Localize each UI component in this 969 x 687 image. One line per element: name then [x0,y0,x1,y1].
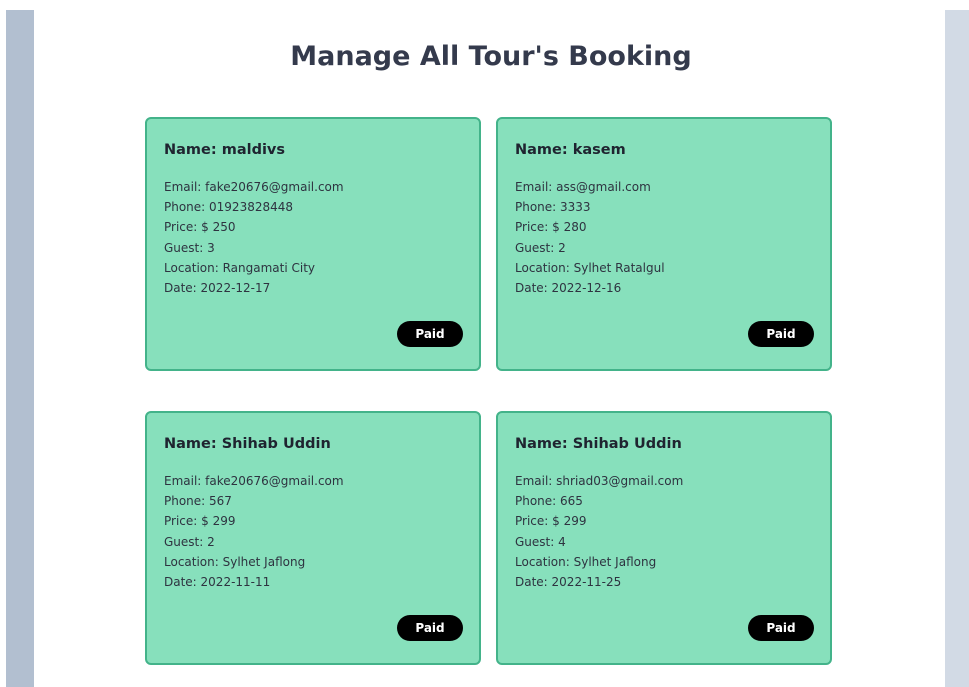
booking-phone: Phone: 567 [164,494,232,509]
booking-details: Email: ass@gmail.com Phone: 3333 Price: … [515,177,665,298]
booking-date: Date: 2022-11-25 [515,575,622,590]
booking-name: Name: Shihab Uddin [164,436,331,452]
booking-price: Price: $ 299 [515,514,587,529]
booking-phone: Phone: 665 [515,494,583,509]
booking-guest: Guest: 3 [164,240,215,255]
paid-status-button[interactable]: Paid [748,321,814,347]
booking-guest: Guest: 2 [515,240,566,255]
booking-email: Email: fake20676@gmail.com [164,474,344,488]
booking-guest: Guest: 2 [164,534,215,549]
booking-name: Name: maldivs [164,142,286,158]
page-title: Manage All Tour's Booking [290,41,692,72]
booking-date: Date: 2022-12-16 [515,281,622,296]
booking-details: Email: shriad03@gmail.com Phone: 665 Pri… [515,471,683,592]
booking-card: Name: maldivs Email: fake20676@gmail.com… [145,117,481,371]
paid-status-button[interactable]: Paid [748,615,814,641]
booking-card: Name: Shihab Uddin Email: fake20676@gmai… [145,411,481,665]
booking-price: Price: $ 299 [164,514,236,529]
booking-email: Email: ass@gmail.com [515,180,651,194]
booking-location: Location: Rangamati City [164,260,316,275]
booking-guest: Guest: 4 [515,534,566,549]
booking-email: Email: shriad03@gmail.com [515,474,684,488]
paid-status-button[interactable]: Paid [397,615,463,641]
booking-details: Email: fake20676@gmail.com Phone: 567 Pr… [164,471,344,592]
booking-name: Name: Shihab Uddin [515,436,682,452]
booking-phone: Phone: 01923828448 [164,200,294,215]
booking-date: Date: 2022-11-11 [164,575,271,590]
booking-details: Email: fake20676@gmail.com Phone: 019238… [164,177,344,298]
paid-status-button[interactable]: Paid [397,321,463,347]
booking-email: Email: fake20676@gmail.com [164,180,344,194]
booking-price: Price: $ 250 [164,220,236,235]
booking-card: Name: kasem Email: ass@gmail.com Phone: … [496,117,832,371]
booking-name: Name: kasem [515,142,626,158]
booking-price: Price: $ 280 [515,220,587,235]
booking-card: Name: Shihab Uddin Email: shriad03@gmail… [496,411,832,665]
left-scroll-rail [6,10,34,687]
booking-date: Date: 2022-12-17 [164,281,271,296]
booking-phone: Phone: 3333 [515,200,591,215]
right-scroll-rail [945,10,969,687]
booking-location: Location: Sylhet Ratalgul [515,260,665,275]
booking-location: Location: Sylhet Jaflong [515,554,657,569]
booking-location: Location: Sylhet Jaflong [164,554,306,569]
